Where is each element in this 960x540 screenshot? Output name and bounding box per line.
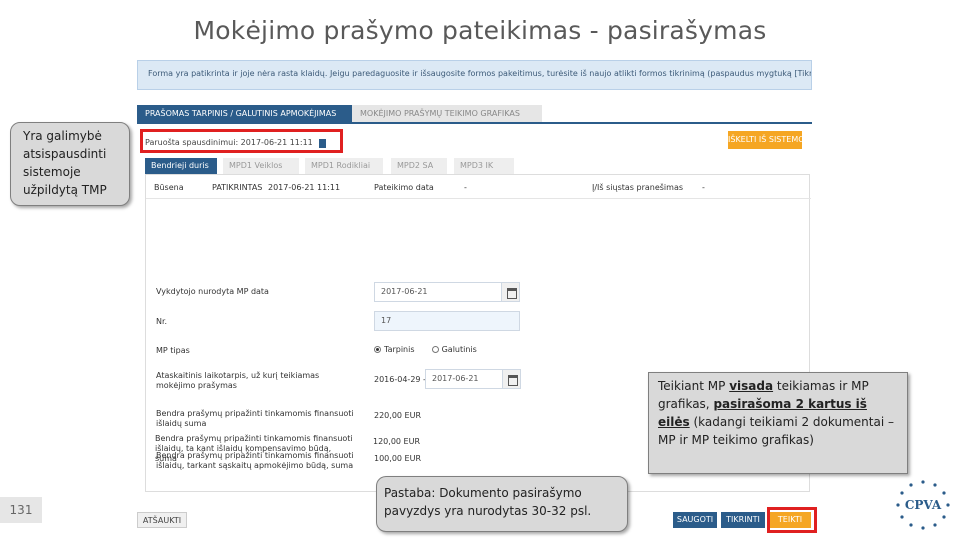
type-label: MP tipas: [156, 346, 190, 355]
tab-payment-schedule[interactable]: MOKĖJIMO PRAŠYMŲ TEIKIMO GRAFIKAS: [352, 105, 542, 123]
subtab-mpd2-sa[interactable]: MPD2 SA: [391, 158, 447, 174]
callout-signing-info: Teikiant MP visada teikiamas ir MP grafi…: [648, 372, 908, 474]
callout-text-3: (kadangi teikiami 2 dokumentai – MP ir M…: [658, 415, 894, 447]
radio-interim-label: Tarpinis: [384, 345, 415, 354]
callout-note: Pastaba: Dokumento pasirašymo pavyzdys y…: [376, 476, 628, 532]
sent-message-label: Į/Iš siųstas pranešimas: [592, 183, 684, 192]
print-highlight-box: [140, 129, 343, 153]
callout-print-info: Yra galimybė atsispausdinti sistemoje už…: [10, 122, 130, 206]
total-value: 220,00 EUR: [374, 411, 422, 420]
tab-underline: [137, 122, 812, 124]
status-date: 2017-06-21 11:11: [268, 183, 341, 192]
submit-date-value: -: [464, 183, 467, 192]
executor-date-label: Vykdytojo nurodyta MP data: [156, 287, 269, 296]
number-label: Nr.: [156, 317, 168, 326]
period-from: 2016-04-29 -: [374, 375, 426, 384]
invoice-value: 100,00 EUR: [374, 454, 422, 463]
main-tabs: PRAŠOMAS TARPINIS / GALUTINIS APMOKĖJIMA…: [137, 105, 812, 123]
status-label: Būsena: [154, 183, 184, 192]
save-button[interactable]: SAUGOTI: [673, 512, 717, 528]
submit-date-label: Pateikimo data: [374, 183, 434, 192]
send-highlight-box: [767, 507, 817, 533]
subtab-mpd3-ik[interactable]: MPD3 IK: [454, 158, 514, 174]
cpva-logo: CPVA: [896, 480, 950, 530]
status-row: Būsena PATIKRINTAS 2017-06-21 11:11 Pate…: [146, 175, 811, 199]
callout-text-always: visada: [729, 379, 774, 393]
period-label: Ataskaitinis laikotarpis, už kurį teikia…: [156, 371, 320, 390]
subtab-mpd1-activities[interactable]: MPD1 Veiklos: [223, 158, 299, 174]
total-label: Bendra prašymų pripažinti tinkamomis fin…: [156, 409, 354, 428]
info-banner: Forma yra patikrinta ir joje nėra rasta …: [137, 60, 812, 90]
compensation-value: 120,00 EUR: [373, 437, 421, 446]
callout-text-1: Teikiant MP: [658, 379, 730, 393]
cancel-button[interactable]: ATŠAUKTI: [137, 512, 187, 528]
logo-text: CPVA: [905, 498, 942, 512]
calendar-icon[interactable]: [501, 283, 519, 301]
export-button[interactable]: IŠKELTI IŠ SISTEMOS: [728, 131, 810, 149]
period-to-value: 2017-06-21: [432, 374, 479, 383]
number-input[interactable]: 17: [374, 311, 520, 331]
sent-message-value: -: [702, 183, 705, 192]
compensation-label: Bendra prašymų pripažinti tinkamomis fin…: [155, 434, 353, 463]
subtab-general[interactable]: Bendrieji duris: [145, 158, 217, 174]
period-to-input[interactable]: 2017-06-21: [425, 369, 521, 389]
tab-interim-final-payment[interactable]: PRAŠOMAS TARPINIS / GALUTINIS APMOKĖJIMA…: [137, 105, 352, 123]
radio-final-label: Galutinis: [441, 345, 477, 354]
radio-interim[interactable]: [374, 346, 381, 353]
calendar-icon[interactable]: [502, 370, 520, 388]
radio-final[interactable]: [431, 346, 439, 353]
slide-title: Mokėjimo prašymo pateikimas - pasirašyma…: [193, 16, 767, 45]
subtab-mpd1-indicators[interactable]: MPD1 Rodikliai: [305, 158, 383, 174]
number-value: 17: [381, 316, 392, 325]
check-button[interactable]: TIKRINTI: [721, 512, 765, 528]
status-value: PATIKRINTAS: [212, 183, 263, 192]
type-radio-group: Tarpinis Galutinis: [374, 345, 477, 354]
executor-date-input[interactable]: 2017-06-21: [374, 282, 520, 302]
executor-date-value: 2017-06-21: [381, 287, 428, 296]
slide-number: 131: [0, 497, 42, 523]
